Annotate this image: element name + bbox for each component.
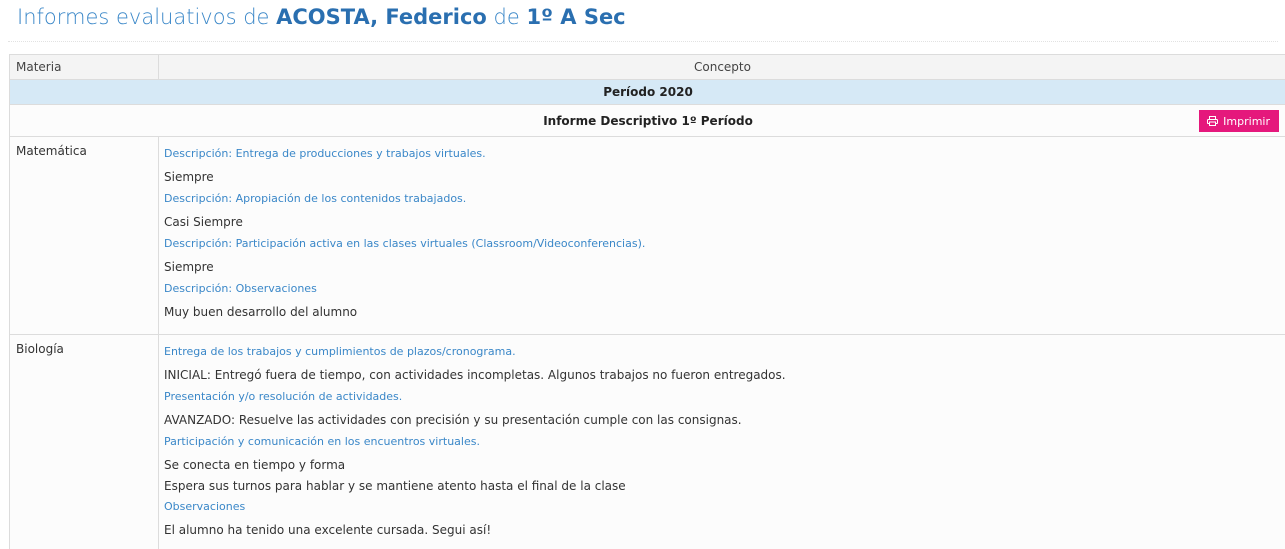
report-title-row: Informe Descriptivo 1º Período Imprimir xyxy=(10,105,1285,137)
concept-description: Presentación y/o resolución de actividad… xyxy=(164,390,403,403)
concept-description: Observaciones xyxy=(164,500,246,513)
title-divider xyxy=(8,41,1278,42)
concept-value: INICIAL: Entregó fuera de tiempo, con ac… xyxy=(164,367,786,382)
period-label: Período 2020 xyxy=(603,85,693,99)
print-button-label: Imprimir xyxy=(1223,114,1270,128)
concept-description: Descripción: Observaciones xyxy=(164,282,317,295)
concept-description: Descripción: Participación activa en las… xyxy=(164,237,646,250)
column-header-materia: Materia xyxy=(10,55,159,79)
concept-description: Entrega de los trabajos y cumplimientos … xyxy=(164,345,516,358)
concept-value: Se conecta en tiempo y forma xyxy=(164,457,346,472)
subject-concepts: Entrega de los trabajos y cumplimientos … xyxy=(159,335,1285,549)
concept-value: Siempre xyxy=(164,169,214,184)
course-name: 1º A Sec xyxy=(526,5,626,29)
title-connector: de xyxy=(493,5,520,29)
subject-concepts: Descripción: Entrega de producciones y t… xyxy=(159,137,1285,334)
concept-description: Descripción: Entrega de producciones y t… xyxy=(164,147,486,160)
period-row: Período 2020 xyxy=(10,80,1285,105)
concept-value: Siempre xyxy=(164,259,214,274)
subject-name: Matemática xyxy=(10,137,159,334)
table-header: Materia Concepto xyxy=(10,55,1285,80)
concept-value: AVANZADO: Resuelve las actividades con p… xyxy=(164,412,742,427)
table-row: Matemática Descripción: Entrega de produ… xyxy=(10,137,1285,335)
concept-description: Descripción: Apropiación de los contenid… xyxy=(164,192,467,205)
subject-name: Biología xyxy=(10,335,159,549)
concept-value: Muy buen desarrollo del alumno xyxy=(164,304,358,319)
concept-description: Participación y comunicación en los encu… xyxy=(164,435,480,448)
concept-value: El alumno ha tenido una excelente cursad… xyxy=(164,522,492,537)
table-row: Biología Entrega de los trabajos y cumpl… xyxy=(10,335,1285,549)
print-button[interactable]: Imprimir xyxy=(1199,110,1279,132)
concept-value: Casi Siempre xyxy=(164,214,243,229)
title-prefix: Informes evaluativos de xyxy=(17,5,270,29)
report-title: Informe Descriptivo 1º Período xyxy=(543,113,753,128)
concept-value: Espera sus turnos para hablar y se manti… xyxy=(164,479,626,493)
printer-icon xyxy=(1207,116,1219,126)
report-table: Materia Concepto Período 2020 Informe De… xyxy=(9,54,1285,549)
page-title: Informes evaluativos de ACOSTA, Federico… xyxy=(17,4,626,30)
student-name: ACOSTA, Federico xyxy=(276,5,487,29)
column-header-concepto: Concepto xyxy=(694,60,751,74)
